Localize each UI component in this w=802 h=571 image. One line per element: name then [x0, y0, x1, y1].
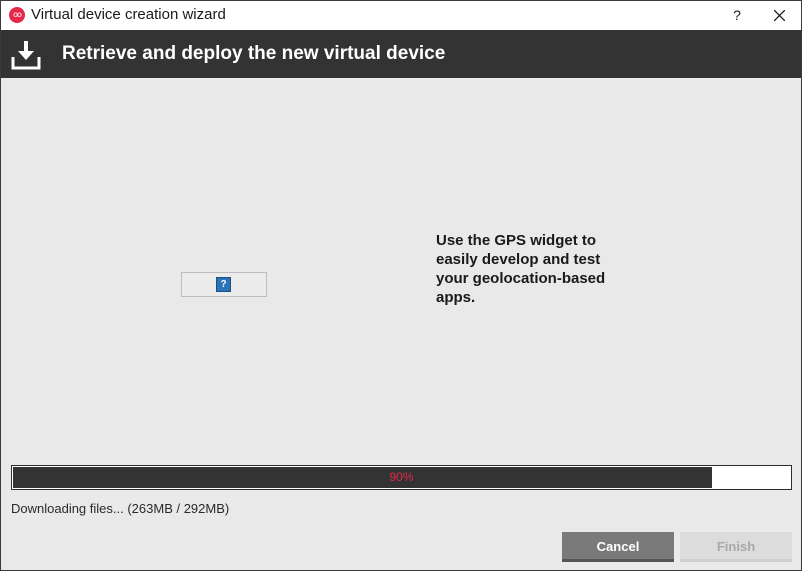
genymotion-logo-icon: oo: [9, 7, 25, 23]
wizard-window: oo Virtual device creation wizard ? Retr…: [0, 0, 802, 571]
title-bar: oo Virtual device creation wizard ?: [1, 1, 801, 30]
window-title: Virtual device creation wizard: [31, 6, 226, 23]
help-button[interactable]: ?: [719, 1, 755, 30]
close-icon: [774, 10, 785, 21]
tip-text: Use the GPS widget to easily develop and…: [436, 232, 606, 306]
broken-image-icon: ?: [216, 277, 231, 292]
progress-percent: 90%: [389, 470, 414, 484]
close-button[interactable]: [761, 1, 799, 30]
finish-button[interactable]: Finish: [680, 532, 792, 562]
download-status: Downloading files... (263MB / 292MB): [11, 501, 230, 516]
cancel-button[interactable]: Cancel: [562, 532, 674, 562]
download-progress-bar: 90%: [11, 465, 792, 490]
step-title: Retrieve and deploy the new virtual devi…: [62, 43, 446, 64]
feature-image-placeholder: ?: [181, 272, 267, 297]
step-header: Retrieve and deploy the new virtual devi…: [1, 30, 801, 78]
download-icon: [11, 41, 41, 70]
